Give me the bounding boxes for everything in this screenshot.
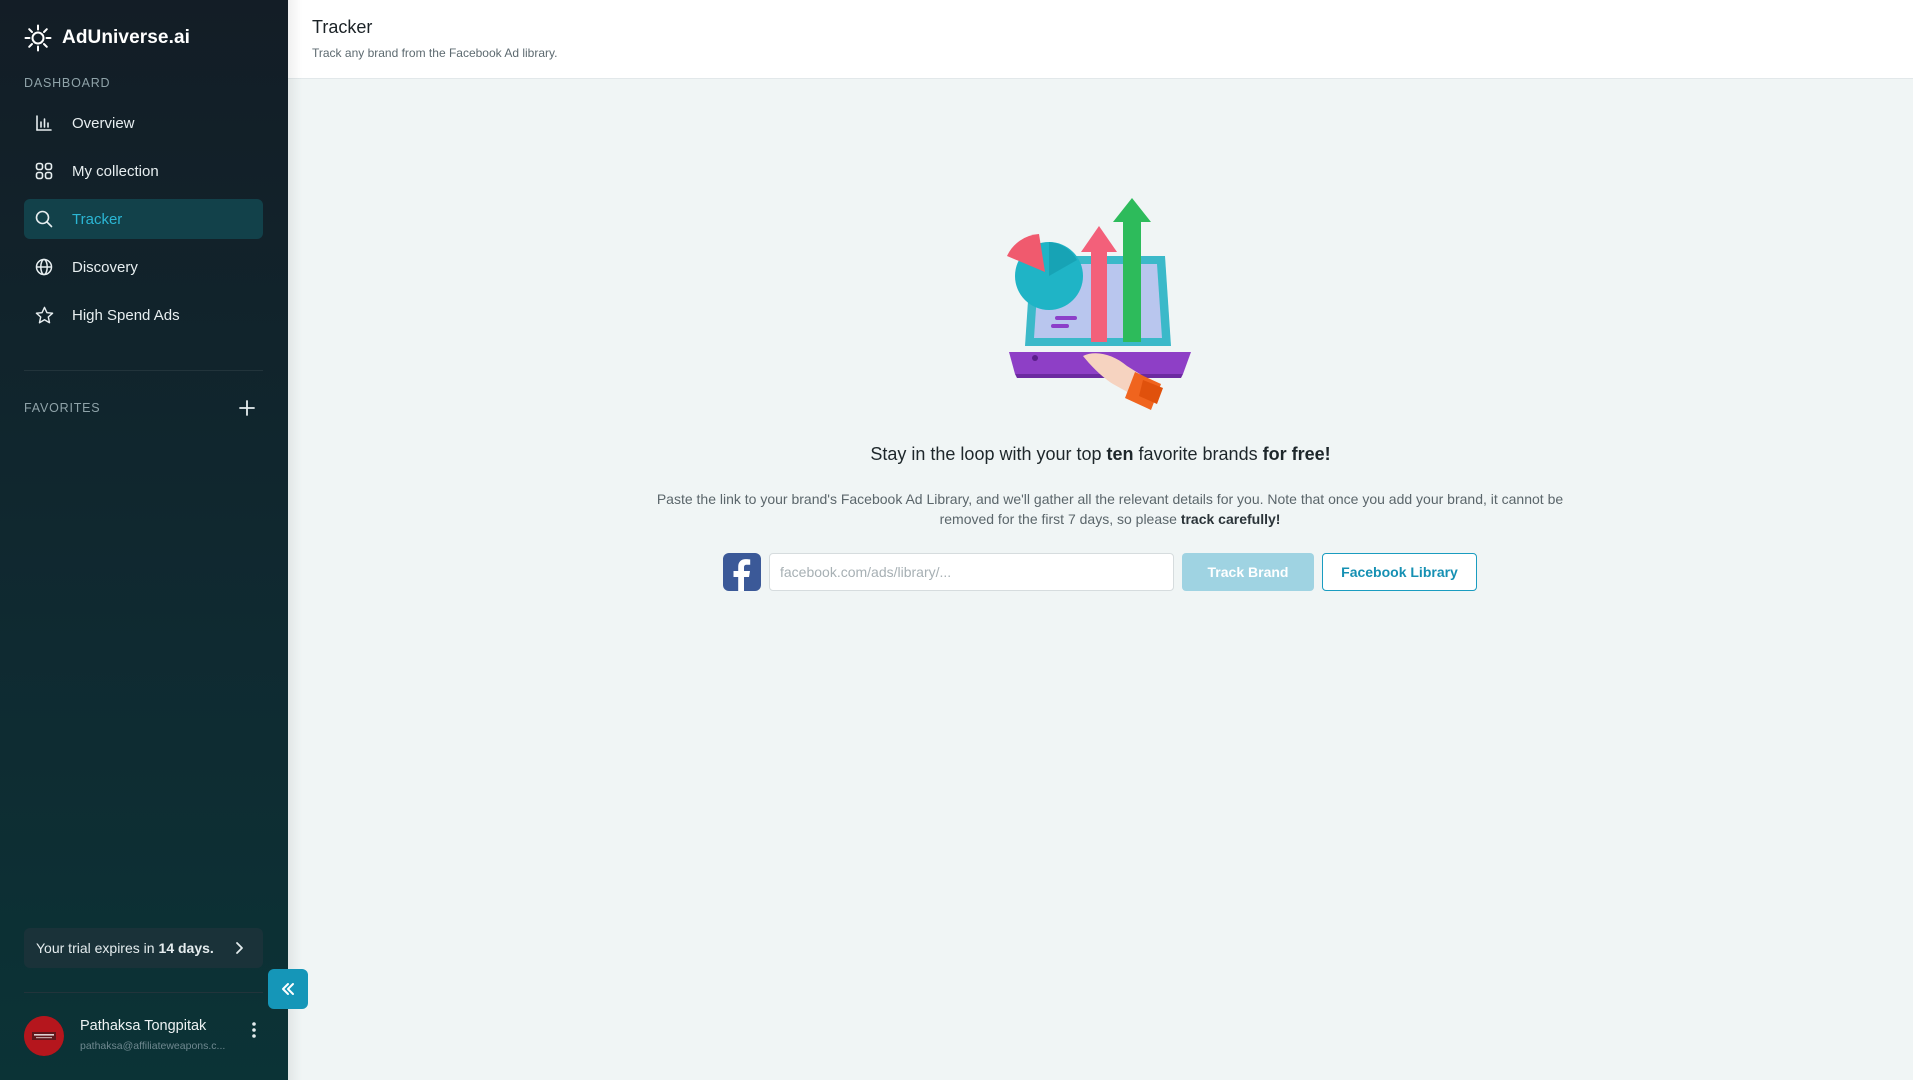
user-profile: Pathaksa Tongpitak pathaksa@affiliatewea… [24, 1016, 263, 1060]
facebook-library-button[interactable]: Facebook Library [1322, 553, 1477, 591]
sidebar-item-my-collection[interactable]: My collection [24, 151, 263, 191]
sidebar-item-label: Overview [72, 114, 135, 132]
user-menu-button[interactable] [246, 1018, 262, 1042]
headline-bold2: for free! [1262, 444, 1331, 464]
trial-days: 14 days. [158, 940, 214, 956]
chevron-right-icon [236, 942, 243, 954]
page-header: Tracker Track any brand from the Faceboo… [288, 0, 1913, 79]
page-title: Tracker [312, 17, 373, 37]
sidebar-item-label: Tracker [72, 210, 123, 228]
app-name: AdUniverse.ai [62, 27, 191, 48]
sidebar-item-high-spend-ads[interactable]: High Spend Ads [24, 295, 263, 335]
laptop-growth-illustration [1007, 198, 1191, 410]
trial-text: Your trial expires in [36, 940, 155, 956]
star-icon [34, 305, 54, 325]
sidebar-divider-bottom [24, 992, 263, 993]
headline-part1: Stay in the loop with your top [870, 444, 1107, 464]
trial-banner[interactable]: Your trial expires in 14 days. [24, 928, 263, 968]
track-brand-button[interactable]: Track Brand [1182, 553, 1314, 591]
sidebar: AdUniverse.ai DASHBOARD Overview My coll… [0, 0, 288, 1080]
brand-url-input[interactable] [769, 553, 1174, 591]
headline: Stay in the loop with your top ten favor… [0, 444, 1913, 465]
track-brand-form: Track Brand Facebook Library [723, 553, 1477, 591]
user-name: Pathaksa Tongpitak [80, 1018, 207, 1034]
section-label-dashboard: DASHBOARD [24, 76, 111, 90]
sidebar-shadow [288, 0, 302, 1080]
sidebar-item-label: High Spend Ads [72, 306, 180, 324]
page-subtitle: Track any brand from the Facebook Ad lib… [312, 46, 558, 60]
section-label-favorites: FAVORITES [24, 401, 101, 415]
description-text: Paste the link to your brand's Facebook … [656, 491, 1564, 527]
description: Paste the link to your brand's Facebook … [640, 489, 1580, 529]
sidebar-item-label: My collection [72, 162, 159, 180]
bar-chart-icon [34, 113, 54, 133]
sidebar-nav: Overview My collection Tracker Discovery… [24, 103, 263, 343]
sidebar-item-overview[interactable]: Overview [24, 103, 263, 143]
avatar[interactable] [24, 1016, 64, 1056]
headline-part2: favorite brands [1133, 444, 1263, 464]
more-vertical-icon [252, 1022, 256, 1038]
facebook-icon [723, 553, 761, 591]
plus-icon [239, 400, 255, 416]
grid-icon [34, 161, 54, 181]
collapse-sidebar-button[interactable] [268, 969, 308, 1009]
brand-logo[interactable]: AdUniverse.ai [24, 24, 190, 52]
sidebar-item-label: Discovery [72, 258, 138, 276]
add-favorite-button[interactable] [236, 397, 258, 419]
description-bold: track carefully! [1180, 511, 1281, 527]
headline-bold1: ten [1106, 444, 1134, 464]
user-email: pathaksa@affiliateweapons.c... [80, 1040, 226, 1052]
sun-logo-icon [24, 24, 52, 52]
sidebar-item-discovery[interactable]: Discovery [24, 247, 263, 287]
search-icon [34, 209, 54, 229]
globe-icon [34, 257, 54, 277]
sidebar-item-tracker[interactable]: Tracker [24, 199, 263, 239]
chevrons-left-icon [282, 983, 294, 995]
sidebar-divider [24, 370, 263, 371]
